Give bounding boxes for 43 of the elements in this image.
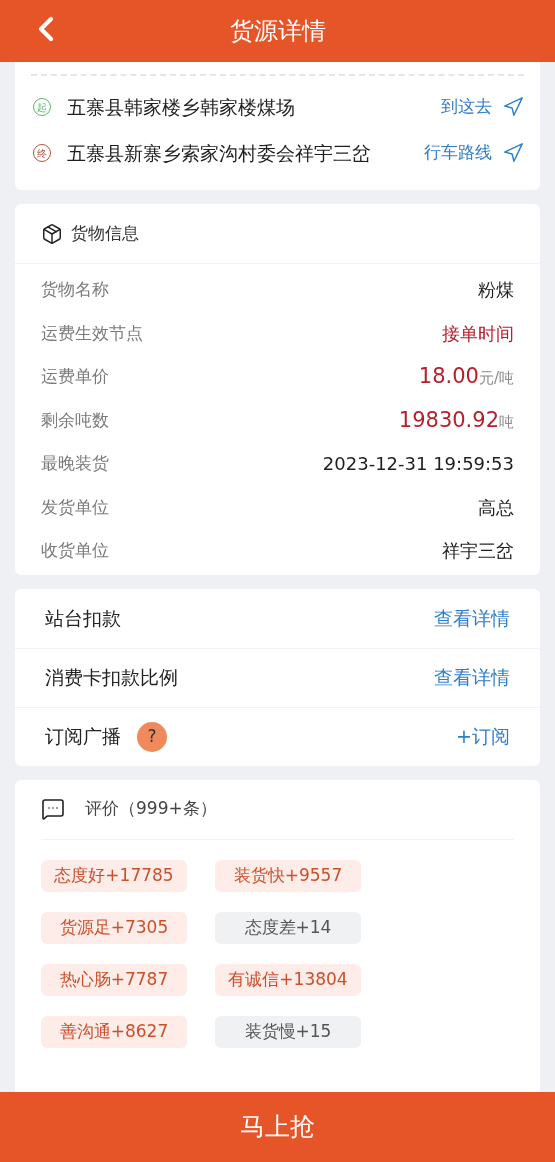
stop-address: 五寨县韩家楼乡韩家楼煤场 xyxy=(67,95,296,120)
detail-link[interactable]: +订阅 xyxy=(456,722,510,751)
comment-icon xyxy=(41,797,65,821)
review-tag: 态度好+17785 xyxy=(41,859,187,892)
navigate-link[interactable]: 行车路线 xyxy=(424,140,524,166)
review-tag: 装货慢+15 xyxy=(215,1015,361,1048)
option-label: 订阅广播 xyxy=(45,724,121,750)
field-value: 接单时间 xyxy=(442,321,514,346)
review-tag: 善沟通+8627 xyxy=(41,1015,187,1048)
navigation-icon xyxy=(502,96,524,118)
field-label: 收货单位 xyxy=(41,539,109,562)
field-value: 2023-12-31 19:59:53 xyxy=(322,452,514,477)
field-label: 发货单位 xyxy=(41,495,109,519)
review-tag: 货源足+7305 xyxy=(41,911,187,944)
stop-address: 五寨县新寨乡索家沟村委会祥宇三岔 xyxy=(67,141,372,166)
unit-label: 吨 xyxy=(499,412,514,433)
field-label: 货物名称 xyxy=(41,278,109,301)
field-label: 最晚装货 xyxy=(41,452,109,475)
unit-label: 元/吨 xyxy=(478,368,514,389)
review-tag: 态度差+14 xyxy=(215,911,361,944)
review-tag: 有诚信+13804 xyxy=(215,963,361,996)
detail-link[interactable]: 查看详情 xyxy=(434,603,510,633)
section-title: 评价（999+条） xyxy=(85,797,217,821)
option-label: 站台扣款 xyxy=(45,605,121,631)
page-title: 货源详情 xyxy=(229,16,326,47)
field-label: 运费单价 xyxy=(41,365,109,388)
field-value: 18.00 xyxy=(418,363,479,390)
review-tag: 装货快+9557 xyxy=(215,859,361,892)
field-label: 运费生效节点 xyxy=(41,321,143,345)
field-label: 剩余吨数 xyxy=(41,408,109,432)
field-value: 高总 xyxy=(478,495,514,520)
grab-order-button[interactable]: 马上抢 xyxy=(0,1092,555,1162)
box-icon xyxy=(41,222,63,245)
field-value: 祥宇三岔 xyxy=(442,539,514,564)
field-value: 19830.92 xyxy=(398,406,499,434)
navigation-icon xyxy=(502,142,524,164)
option-label: 消费卡扣款比例 xyxy=(45,665,178,691)
help-icon[interactable]: ? xyxy=(137,721,167,752)
navigate-link[interactable]: 到这去 xyxy=(441,94,524,120)
field-value: 粉煤 xyxy=(478,278,514,303)
review-tag: 热心肠+7787 xyxy=(41,963,187,996)
detail-link[interactable]: 查看详情 xyxy=(434,663,510,692)
section-title: 货物信息 xyxy=(71,221,139,245)
